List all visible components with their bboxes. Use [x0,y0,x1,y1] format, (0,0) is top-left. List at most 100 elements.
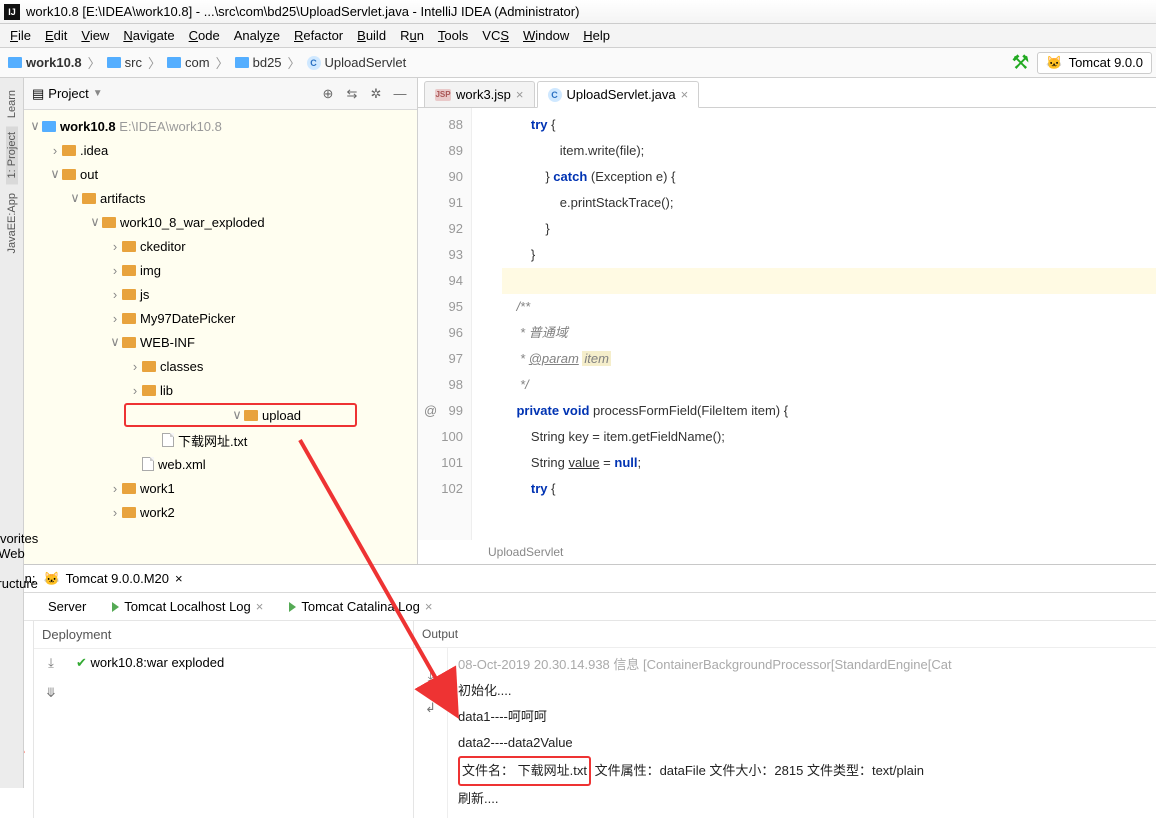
tab-uploadservlet-java[interactable]: CUploadServlet.java× [537,81,700,108]
crumb-class[interactable]: C UploadServlet [307,55,407,70]
collapse-icon[interactable]: ⇆ [343,85,361,103]
run-panel: Run: 🐱Tomcat 9.0.0.M20× Server Tomcat Lo… [0,564,1156,818]
run-config-selector[interactable]: 🐱 Tomcat 9.0.0 [1037,52,1152,74]
deployment-list[interactable]: ✔ work10.8:war exploded [68,649,413,818]
project-panel: ▤ Project ▼ ⊕ ⇆ ✲ — ∨work10.8 E:\IDEA\wo… [24,78,418,564]
crumb-root[interactable]: work10.8 [8,55,82,70]
expand-toggle[interactable]: ∨ [48,166,62,182]
subtab-localhost-log[interactable]: Tomcat Localhost Log× [106,596,269,617]
expand-toggle[interactable]: › [48,143,62,158]
folder-icon [122,241,136,252]
tool-project[interactable]: 1: Project [6,126,18,184]
menu-build[interactable]: Build [351,26,392,45]
expand-toggle[interactable]: ∨ [230,407,244,423]
folder-icon [122,289,136,300]
menu-code[interactable]: Code [183,26,226,45]
locate-icon[interactable]: ⊕ [319,85,337,103]
folder-icon [235,57,249,68]
menu-view[interactable]: View [75,26,115,45]
tomcat-icon: 🐱 [43,571,59,587]
expand-toggle[interactable]: › [108,311,122,326]
folder-icon [122,313,136,324]
build-icon[interactable]: ⚒ [1011,50,1029,75]
expand-toggle[interactable]: › [108,239,122,254]
tree-download-file[interactable]: 下载网址.txt [178,431,247,450]
menu-run[interactable]: Run [394,26,430,45]
expand-toggle[interactable]: › [128,383,142,398]
hide-icon[interactable]: — [391,85,409,103]
nav-breadcrumbs: work10.8 〉 src 〉 com 〉 bd25 〉 C UploadSe… [0,48,1156,78]
tab-work3-jsp[interactable]: JSPwork3.jsp× [424,81,535,107]
code-text[interactable]: try { item.write(file); } catch (Excepti… [472,108,1156,540]
menu-help[interactable]: Help [577,26,616,45]
intellij-icon: IJ [4,4,20,20]
close-icon[interactable]: × [681,87,689,102]
run-subtabs: Server Tomcat Localhost Log× Tomcat Cata… [0,593,1156,621]
project-icon: ▤ [32,86,44,102]
expand-toggle[interactable]: ∨ [28,118,42,134]
folder-icon [122,337,136,348]
editor: JSPwork3.jsp× CUploadServlet.java× 88899… [418,78,1156,564]
folder-icon [82,193,96,204]
menu-navigate[interactable]: Navigate [117,26,180,45]
crumb-bd25[interactable]: bd25 [235,55,282,70]
tool-structure[interactable]: 7: Structure [0,561,38,591]
deployment-item[interactable]: work10.8:war exploded [91,655,225,670]
menu-analyze[interactable]: Analyze [228,26,286,45]
close-icon[interactable]: × [516,87,524,102]
expand-toggle[interactable]: ∨ [88,214,102,230]
project-title[interactable]: Project [48,86,88,101]
chevron-down-icon[interactable]: ▼ [93,88,103,99]
menu-refactor[interactable]: Refactor [288,26,349,45]
close-icon[interactable]: × [175,571,183,586]
expand-toggle[interactable]: › [108,287,122,302]
folder-icon [8,57,22,68]
close-icon[interactable]: × [425,599,433,614]
xml-file-icon [142,457,154,471]
expand-toggle[interactable]: › [108,263,122,278]
menu-edit[interactable]: Edit [39,26,73,45]
gear-icon[interactable]: ✲ [367,85,385,103]
run-panel-header: Run: 🐱Tomcat 9.0.0.M20× [0,565,1156,593]
menu-window[interactable]: Window [517,26,575,45]
menu-file[interactable]: File [4,26,37,45]
folder-icon [102,217,116,228]
folder-icon [62,145,76,156]
menu-vcs[interactable]: VCS [476,26,515,45]
code-area[interactable]: 8889909192939495969798@99100101102 try {… [418,108,1156,540]
log-icon [112,602,119,612]
jsp-icon: JSP [435,89,451,101]
tool-javaee[interactable]: JavaEE:App [6,187,18,260]
crumb-com[interactable]: com [167,55,210,70]
menu-tools[interactable]: Tools [432,26,474,45]
expand-toggle[interactable]: › [128,359,142,374]
folder-icon [244,410,258,421]
subtab-catalina-log[interactable]: Tomcat Catalina Log× [283,596,438,617]
deployment-header: Deployment [42,627,111,642]
wrap-icon[interactable]: ↲ [425,700,436,716]
deploy-all-icon[interactable]: ⤋ [46,685,57,701]
expand-toggle[interactable]: ∨ [68,190,82,206]
java-class-icon: C [307,56,321,70]
module-icon [42,121,56,132]
expand-toggle[interactable]: › [108,505,122,520]
project-tree[interactable]: ∨work10.8 E:\IDEA\work10.8 ›.idea ∨out ∨… [24,110,417,564]
expand-toggle[interactable]: ∨ [108,334,122,350]
crumb-src[interactable]: src [107,55,142,70]
expand-toggle[interactable]: › [108,481,122,496]
editor-breadcrumb[interactable]: UploadServlet [418,540,1156,564]
subtab-server[interactable]: Server [42,596,92,617]
folder-icon [142,385,156,396]
deploy-icon[interactable]: ⤓ [48,655,54,671]
scroll-icon[interactable]: ⤓ [428,668,434,684]
tool-web[interactable]: Web [0,546,25,561]
close-icon[interactable]: × [256,599,264,614]
console-output[interactable]: 08-Oct-2019 20.30.14.938 信息 [ContainerBa… [448,648,1156,818]
tool-learn[interactable]: Learn [6,84,18,124]
success-icon: ✔ [76,655,87,670]
run-config-tab[interactable]: 🐱Tomcat 9.0.0.M20× [43,571,182,587]
project-panel-header: ▤ Project ▼ ⊕ ⇆ ✲ — [24,78,417,110]
tool-favorites[interactable]: 2: Favorites [0,516,38,546]
log-icon [289,602,296,612]
left-toolstrip: Learn 1: Project JavaEE:App [0,78,24,564]
